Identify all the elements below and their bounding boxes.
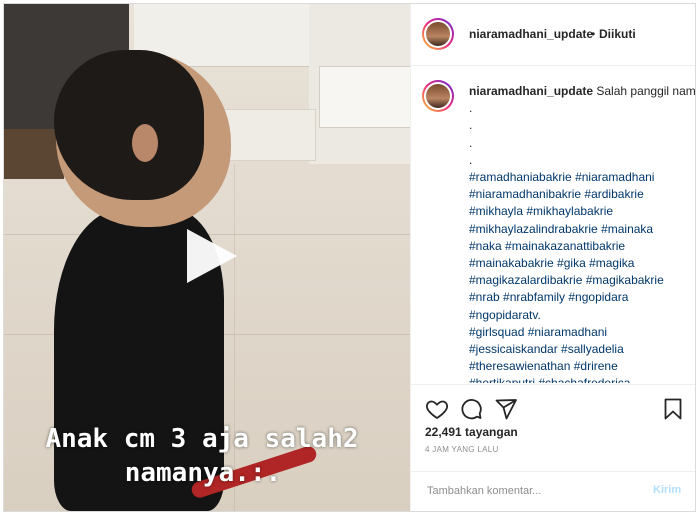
view-count[interactable]: 22,491 tayangan [425,425,518,439]
caption-hashtags: #ramadhaniabakrie #niaramadhani #niaramad… [469,169,689,383]
caption-dot-line: . [469,135,473,150]
comment-bubble-icon[interactable] [459,397,483,421]
background-drawer [219,109,316,161]
hashtag-line[interactable]: #niaramadhanibakrie #ardibakrie [469,186,689,203]
post-comment-button[interactable]: Kirim [653,484,681,496]
hashtag-line[interactable]: #theresawienathan #drirene [469,358,689,375]
hashtag-line[interactable]: #jessicaiskandar #sallyadelia [469,341,689,358]
avatar[interactable] [422,80,454,112]
caption-dot-line: . [469,118,473,133]
paper-plane-icon[interactable] [494,397,518,421]
post-header: niaramadhani_update • Diikuti [411,4,695,66]
avatar-photo [426,84,450,108]
hashtag-line[interactable]: #ngopidaratv. [469,307,689,324]
video-caption-line: namanya.:. [124,458,282,488]
video-player[interactable]: Anak cm 3 aja salah2 namanya.:. [4,4,410,511]
hashtag-line[interactable]: #nrab #nrabfamily #ngopidara [469,289,689,306]
comment-form: Kirim [411,471,695,511]
comments-scroll-area[interactable]: niaramadhani_update Salah panggil nama h… [411,66,695,383]
header-username-link[interactable]: niaramadhani_update [469,27,593,41]
play-icon[interactable] [187,229,237,283]
post-actions: 22,491 tayangan 4 JAM YANG LALU Kirim [411,384,695,511]
caption-text: Salah panggil nama hehe🙈😆 [596,84,696,98]
hashtag-line[interactable]: #hertikaputri #chachafrederica [469,375,689,383]
post-modal: Anak cm 3 aja salah2 namanya.:. niaramad… [3,3,696,512]
child-ear [132,124,158,162]
post-timestamp[interactable]: 4 JAM YANG LALU [425,445,499,454]
follow-status-button[interactable]: Diikuti [599,27,636,41]
post-side-panel: niaramadhani_update • Diikuti niaramadha… [410,4,695,511]
background-drawer-open [319,66,410,128]
hashtag-line[interactable]: #ramadhaniabakrie #niaramadhani [469,169,689,186]
avatar-photo [426,22,450,46]
hashtag-line[interactable]: #girlsquad #niaramadhani [469,324,689,341]
separator-dot: • [591,27,596,41]
post-caption: niaramadhani_update Salah panggil nama h… [469,83,695,383]
caption-dots: .... [469,100,689,169]
hashtag-line[interactable]: #naka #mainakazanattibakrie [469,238,689,255]
video-caption-line: Anak cm 3 aja salah2 [45,424,359,454]
hashtag-line[interactable]: #mikhaylazalindrabakrie #mainaka [469,221,689,238]
hashtag-line[interactable]: #mikhayla #mikhaylabakrie [469,203,689,220]
caption-username-link[interactable]: niaramadhani_update [469,84,593,98]
hashtag-line[interactable]: #mainakabakrie #gika #magika [469,255,689,272]
bookmark-icon[interactable] [661,397,685,421]
comment-input[interactable] [425,484,629,498]
caption-dot-line: . [469,101,473,116]
avatar[interactable] [422,18,454,50]
hashtag-line[interactable]: #magikazalardibakrie #magikabakrie [469,272,689,289]
video-caption-overlay: Anak cm 3 aja salah2 namanya.:. [4,422,410,490]
caption-dot-line: . [469,152,473,167]
heart-icon[interactable] [425,397,449,421]
